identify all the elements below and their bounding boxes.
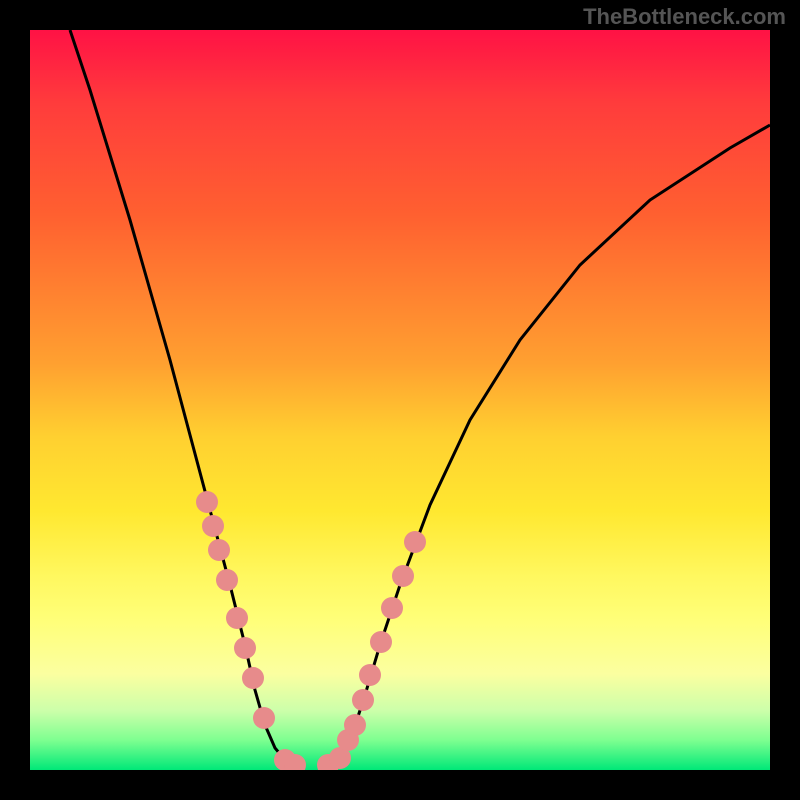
data-dot [352, 689, 374, 711]
data-dot [234, 637, 256, 659]
data-dot [370, 631, 392, 653]
data-dot [202, 515, 224, 537]
data-dot [381, 597, 403, 619]
dots-right [317, 531, 426, 770]
data-dot [359, 664, 381, 686]
dots-left [196, 491, 306, 770]
data-dot [208, 539, 230, 561]
chart-svg [30, 30, 770, 770]
plot-area [30, 30, 770, 770]
watermark: TheBottleneck.com [583, 4, 786, 30]
data-dot [196, 491, 218, 513]
data-dot [216, 569, 238, 591]
data-dot [404, 531, 426, 553]
data-dot [226, 607, 248, 629]
data-dot [344, 714, 366, 736]
curve-right [335, 125, 770, 768]
data-dot [242, 667, 264, 689]
data-dot [392, 565, 414, 587]
curve-left [70, 30, 295, 768]
data-dot [253, 707, 275, 729]
